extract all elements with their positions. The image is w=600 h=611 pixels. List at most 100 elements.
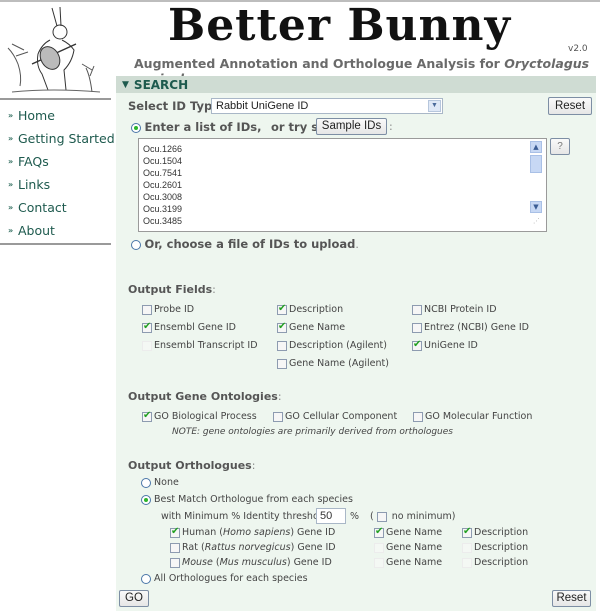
sidebar-item-getting-started[interactable]: » Getting Started [8, 127, 115, 150]
species-name: Mouse [182, 557, 213, 568]
orthologue-all-option[interactable]: All Orthologues for each species [141, 573, 308, 584]
collapse-triangle-icon: ▼ [122, 79, 129, 90]
option-label: GO Biological Process [154, 411, 257, 422]
enter-list-label: Enter a list of IDs, [144, 120, 262, 134]
sidebar-item-home[interactable]: » Home [8, 104, 115, 127]
species-latin: Rattus norvegicus [204, 542, 291, 553]
ids-textarea[interactable]: Ocu.1266 Ocu.1504 Ocu.7541 Ocu.2601 Ocu.… [138, 138, 547, 232]
checkbox[interactable] [142, 304, 152, 315]
id-line: Ocu.3485 [143, 216, 183, 226]
field-entrez-gene-id[interactable]: Entrez (NCBI) Gene ID [412, 322, 529, 333]
checkbox[interactable] [413, 411, 423, 422]
checkbox [462, 542, 472, 553]
checkbox[interactable] [170, 557, 180, 568]
search-panel-header[interactable]: ▼ SEARCH [116, 76, 596, 93]
go-cellular-component[interactable]: GO Cellular Component [273, 411, 397, 422]
gene-ontologies-note: NOTE: gene ontologies are primarily deri… [172, 427, 453, 437]
checkbox[interactable] [374, 526, 384, 538]
subtitle-text: Augmented Annotation and Orthologue Anal… [134, 56, 505, 71]
checkbox[interactable] [462, 526, 472, 538]
orthologue-none-option[interactable]: None [141, 477, 179, 488]
species-human-gene-name[interactable]: Gene Name [374, 526, 442, 538]
species-name: Human [182, 527, 217, 538]
checkbox[interactable] [277, 358, 287, 369]
field-description-agilent[interactable]: Description (Agilent) [277, 340, 387, 351]
id-line: Ocu.1504 [143, 156, 183, 166]
sidebar-divider-top [0, 98, 111, 100]
checkbox [374, 542, 384, 553]
field-ncbi-protein-id[interactable]: NCBI Protein ID [412, 304, 497, 315]
checkbox[interactable] [170, 526, 180, 538]
checkbox[interactable] [277, 303, 287, 315]
option-label: Ensembl Transcript ID [154, 340, 258, 351]
option-label: Ensembl Gene ID [154, 322, 236, 333]
percent-sign: % [350, 511, 360, 522]
checkbox[interactable] [273, 411, 283, 422]
field-gene-name-agilent[interactable]: Gene Name (Agilent) [277, 358, 389, 369]
species-human-gene-id[interactable]: Human (Homo sapiens) Gene ID [170, 526, 336, 538]
species-latin: Mus musculus [219, 557, 287, 568]
id-line: Ocu.7541 [143, 168, 183, 178]
species-human-description[interactable]: Description [462, 526, 528, 538]
go-button[interactable]: GO [119, 590, 149, 607]
field-ensembl-gene-id[interactable]: Ensembl Gene ID [142, 321, 236, 333]
reset-button-bottom[interactable]: Reset [552, 590, 591, 607]
search-heading: SEARCH [133, 77, 189, 92]
field-probe-id[interactable]: Probe ID [142, 304, 194, 315]
species-rat-gene-id[interactable]: Rat (Rattus norvegicus) Gene ID [170, 542, 336, 553]
search-panel: ▼ SEARCH Select ID Type: Rabbit UniGene … [116, 76, 596, 611]
scroll-thumb[interactable] [530, 155, 542, 173]
upload-row: Or, choose a file of IDs to upload. [131, 237, 359, 251]
id-type-select[interactable]: Rabbit UniGene ID ▼ [211, 98, 443, 114]
id-type-value: Rabbit UniGene ID [216, 100, 309, 112]
field-gene-name[interactable]: Gene Name [277, 321, 345, 333]
orthologue-best-match-option[interactable]: Best Match Orthologue from each species [141, 494, 353, 505]
go-molecular-function[interactable]: GO Molecular Function [413, 411, 532, 422]
sidebar-item-label: About [18, 223, 55, 238]
gene-ontologies-heading-text: Output Gene Ontologies [128, 390, 278, 403]
species-mouse-gene-id[interactable]: Mouse (Mus musculus) Gene ID [170, 557, 332, 568]
sidebar-item-contact[interactable]: » Contact [8, 196, 115, 219]
option-label: All Orthologues for each species [154, 573, 308, 584]
option-label: Description (Agilent) [289, 340, 387, 351]
orthologues-heading: Output Orthologues: [128, 459, 255, 472]
option-label: Description [474, 557, 529, 568]
checkbox[interactable] [412, 339, 422, 351]
sidebar-item-faqs[interactable]: » FAQs [8, 150, 115, 173]
textarea-scrollbar[interactable]: ▲ ▼ ⋰ [530, 141, 542, 229]
checkbox[interactable] [277, 340, 287, 351]
option-label: Gene Name [386, 557, 443, 568]
sidebar-item-links[interactable]: » Links [8, 173, 115, 196]
resize-grip-icon[interactable]: ⋰ [533, 217, 540, 225]
species-rat-gene-name: Gene Name [374, 542, 442, 553]
sample-ids-button[interactable]: Sample IDs [316, 118, 387, 135]
checkbox[interactable] [142, 321, 152, 333]
bullet-icon: » [8, 111, 14, 120]
checkbox[interactable] [277, 321, 287, 333]
enter-list-row: Enter a list of IDs, or try some [131, 120, 346, 134]
all-radio[interactable] [141, 573, 151, 584]
none-radio[interactable] [141, 477, 151, 488]
field-ensembl-transcript-id: Ensembl Transcript ID [142, 340, 258, 351]
sidebar-item-about[interactable]: » About [8, 219, 115, 242]
sidebar-item-label: Contact [18, 200, 67, 215]
output-fields-heading-text: Output Fields [128, 283, 213, 296]
checkbox[interactable] [142, 410, 152, 422]
threshold-input[interactable]: 50 [316, 508, 346, 524]
help-button[interactable]: ? [550, 138, 570, 155]
checkbox[interactable] [412, 322, 422, 333]
checkbox[interactable] [170, 542, 180, 553]
field-description[interactable]: Description [277, 303, 343, 315]
no-minimum-checkbox[interactable] [376, 511, 387, 522]
field-unigene-id[interactable]: UniGene ID [412, 339, 478, 351]
scroll-down-icon[interactable]: ▼ [530, 201, 542, 213]
species-suffix: Gene ID [297, 527, 336, 538]
no-minimum-option[interactable]: ( no minimum) [370, 511, 455, 522]
enter-list-radio[interactable] [131, 123, 141, 133]
go-biological-process[interactable]: GO Biological Process [142, 410, 257, 422]
reset-button-top[interactable]: Reset [548, 97, 592, 115]
upload-radio[interactable] [131, 240, 141, 250]
scroll-up-icon[interactable]: ▲ [530, 141, 542, 153]
checkbox[interactable] [412, 304, 422, 315]
best-match-radio[interactable] [141, 494, 151, 505]
